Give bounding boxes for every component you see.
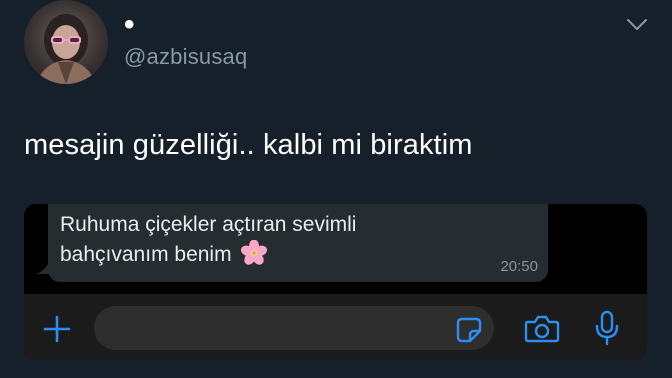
camera-icon[interactable] [524,314,560,344]
message-bubble[interactable]: Ruhuma çiçekler açtıran sevimli bahçıvan… [48,204,548,282]
user-handle[interactable]: @azbisusaq [124,43,247,71]
plus-icon[interactable] [42,314,72,344]
chevron-down-icon[interactable] [626,18,648,32]
message-line-1: Ruhuma çiçekler açtıran sevimli [60,213,357,236]
message-input[interactable] [94,306,494,350]
message-time: 20:50 [500,258,538,275]
avatar[interactable] [24,0,108,84]
message-line-2: bahçıvanım benim [60,243,232,266]
chat-input-bar [24,294,647,360]
microphone-icon[interactable] [594,310,620,346]
message-text: Ruhuma çiçekler açtıran sevimli bahçıvan… [60,210,500,270]
avatar-photo [36,14,96,84]
display-name[interactable]: • [124,10,135,40]
sticker-icon[interactable] [456,317,482,343]
tweet-text: mesajin güzelliği.. kalbi mi biraktim [24,129,473,161]
chat-screenshot: Ruhuma çiçekler açtıran sevimli bahçıvan… [24,204,647,360]
cherry-blossom-icon [241,240,268,266]
